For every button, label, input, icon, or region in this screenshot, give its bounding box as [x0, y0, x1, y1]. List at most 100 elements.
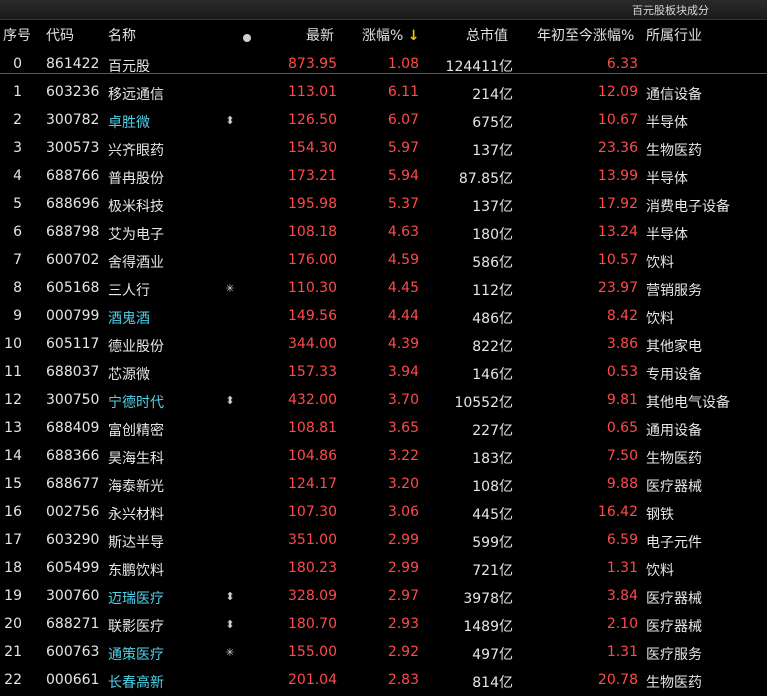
ytd-change: 0.65	[606, 420, 638, 436]
table-row[interactable]: 14 688366 昊海生科 104.86 3.22 183亿 7.50 生物医药	[0, 444, 767, 472]
latest-price: 180.23	[288, 560, 337, 576]
industry: 半导体	[646, 171, 688, 187]
ytd-change: 16.42	[597, 504, 638, 520]
table-row[interactable]: 5 688696 极米科技 195.98 5.37 137亿 17.92 消费电子设备	[0, 192, 767, 220]
row-index: 4	[13, 168, 22, 184]
ytd-change: 7.50	[606, 448, 638, 464]
col-header-pct[interactable]: 涨幅% ↓	[362, 25, 420, 45]
row-index: 3	[13, 140, 22, 156]
latest-price: 104.86	[288, 448, 337, 464]
stock-code: 688696	[46, 196, 100, 212]
table-row[interactable]: 8 605168 三人行 ✳ 110.30 4.45 112亿 23.97 营销服务	[0, 276, 767, 304]
stock-code: 603290	[46, 532, 100, 548]
stock-name: 海泰新光	[108, 479, 164, 495]
latest-price: 351.00	[288, 532, 337, 548]
ytd-change: 23.36	[597, 140, 638, 156]
table-row[interactable]: 17 603290 斯达半导 351.00 2.99 599亿 6.59 电子元件	[0, 528, 767, 556]
stock-name: 德业股份	[108, 339, 164, 355]
col-header-price[interactable]: 最新	[306, 25, 334, 45]
market-cap: 137亿	[472, 199, 513, 215]
row-index: 10	[4, 336, 22, 352]
table-row[interactable]: 9 000799 酒鬼酒 149.56 4.44 486亿 8.42 饮料	[0, 304, 767, 332]
change-percent: 4.39	[387, 336, 419, 352]
stock-name: 芯源微	[108, 367, 150, 383]
row-index: 13	[4, 420, 22, 436]
table-row[interactable]: 4 688766 普冉股份 173.21 5.94 87.85亿 13.99 半导体	[0, 164, 767, 192]
stock-name: 酒鬼酒	[108, 311, 150, 327]
table-row[interactable]: 3 300573 兴齐眼药 154.30 5.97 137亿 23.36 生物医药	[0, 136, 767, 164]
industry: 电子元件	[646, 535, 702, 551]
table-row[interactable]: 20 688271 联影医疗 ⬍ 180.70 2.93 1489亿 2.10 医疗器械	[0, 612, 767, 640]
latest-price: 108.18	[288, 224, 337, 240]
col-header-idx[interactable]: 序号	[3, 25, 31, 45]
row-index: 14	[4, 448, 22, 464]
change-percent: 5.37	[387, 196, 419, 212]
table-row[interactable]: 22 000661 长春高新 201.04 2.83 814亿 20.78 生物医药	[0, 668, 767, 696]
table-row[interactable]: 15 688677 海泰新光 124.17 3.20 108亿 9.88 医疗器械	[0, 472, 767, 500]
latest-price: 157.33	[288, 364, 337, 380]
stock-name: 东鹏饮料	[108, 563, 164, 579]
row-index: 5	[13, 196, 22, 212]
table-row[interactable]: 10 605117 德业股份 344.00 4.39 822亿 3.86 其他家电	[0, 332, 767, 360]
row-index: 6	[13, 224, 22, 240]
ytd-change: 1.31	[606, 560, 638, 576]
change-percent: 2.99	[387, 560, 419, 576]
col-header-industry[interactable]: 所属行业	[646, 25, 702, 45]
row-index: 0	[13, 56, 22, 72]
col-header-name[interactable]: 名称	[108, 25, 136, 45]
latest-price: 344.00	[288, 336, 337, 352]
window-title: 百元股板块成分	[632, 4, 709, 17]
change-percent: 4.59	[387, 252, 419, 268]
col-header-ytd[interactable]: 年初至今涨幅%	[537, 25, 634, 45]
updown-icon: ⬍	[225, 114, 235, 127]
stock-code: 688677	[46, 476, 100, 492]
industry: 医疗器械	[646, 479, 702, 495]
updown-icon: ⬍	[225, 590, 235, 603]
arrow-down-icon: ↓	[407, 28, 420, 44]
col-header-cap[interactable]: 总市值	[466, 25, 508, 45]
table-row[interactable]: 11 688037 芯源微 157.33 3.94 146亿 0.53 专用设备	[0, 360, 767, 388]
stock-code: 600763	[46, 644, 100, 660]
ytd-change: 9.81	[606, 392, 638, 408]
table-header: 序号 代码 名称 最新 涨幅% ↓ 总市值 年初至今涨幅% 所属行业	[0, 20, 767, 48]
table-row[interactable]: 1 603236 移远通信 113.01 6.11 214亿 12.09 通信设备	[0, 80, 767, 108]
industry: 半导体	[646, 115, 688, 131]
ytd-change: 17.92	[597, 196, 638, 212]
change-percent: 1.08	[387, 56, 419, 72]
stock-code: 605117	[46, 336, 100, 352]
table-row[interactable]: 2 300782 卓胜微 ⬍ 126.50 6.07 675亿 10.67 半导体	[0, 108, 767, 136]
table-row[interactable]: 13 688409 富创精密 108.81 3.65 227亿 0.65 通用设备	[0, 416, 767, 444]
stock-code: 300573	[46, 140, 100, 156]
industry: 生物医药	[646, 451, 702, 467]
col-header-dot[interactable]	[243, 30, 251, 46]
row-index: 22	[4, 672, 22, 688]
stock-code: 688798	[46, 224, 100, 240]
table-row[interactable]: 7 600702 舍得酒业 176.00 4.59 586亿 10.57 饮料	[0, 248, 767, 276]
col-header-code[interactable]: 代码	[46, 25, 74, 45]
table-row[interactable]: 16 002756 永兴材料 107.30 3.06 445亿 16.42 钢铁	[0, 500, 767, 528]
table-row[interactable]: 18 605499 东鹏饮料 180.23 2.99 721亿 1.31 饮料	[0, 556, 767, 584]
change-percent: 6.07	[387, 112, 419, 128]
table-row[interactable]: 19 300760 迈瑞医疗 ⬍ 328.09 2.97 3978亿 3.84 医疗器械	[0, 584, 767, 612]
change-percent: 3.65	[387, 420, 419, 436]
ytd-change: 3.84	[606, 588, 638, 604]
ytd-change: 6.33	[606, 56, 638, 72]
industry: 医疗器械	[646, 591, 702, 607]
change-percent: 2.93	[387, 616, 419, 632]
market-cap: 10552亿	[454, 395, 513, 411]
ytd-change: 13.99	[597, 168, 638, 184]
table-row[interactable]: 21 600763 通策医疗 ✳ 155.00 2.92 497亿 1.31 医疗服务	[0, 640, 767, 668]
industry: 其他电气设备	[646, 395, 730, 411]
market-cap: 497亿	[472, 647, 513, 663]
industry: 通用设备	[646, 423, 702, 439]
market-cap: 124411亿	[445, 59, 513, 75]
latest-price: 176.00	[288, 252, 337, 268]
stock-name: 百元股	[108, 59, 150, 75]
table-row[interactable]: 12 300750 宁德时代 ⬍ 432.00 3.70 10552亿 9.81 其他电气设备	[0, 388, 767, 416]
change-percent: 4.44	[387, 308, 419, 324]
stock-name: 移远通信	[108, 87, 164, 103]
stock-name: 舍得酒业	[108, 255, 164, 271]
change-percent: 3.06	[387, 504, 419, 520]
benchmark-row[interactable]: 0 861422 百元股 873.95 1.08 124411亿 6.33	[0, 52, 767, 80]
table-row[interactable]: 6 688798 艾为电子 108.18 4.63 180亿 13.24 半导体	[0, 220, 767, 248]
